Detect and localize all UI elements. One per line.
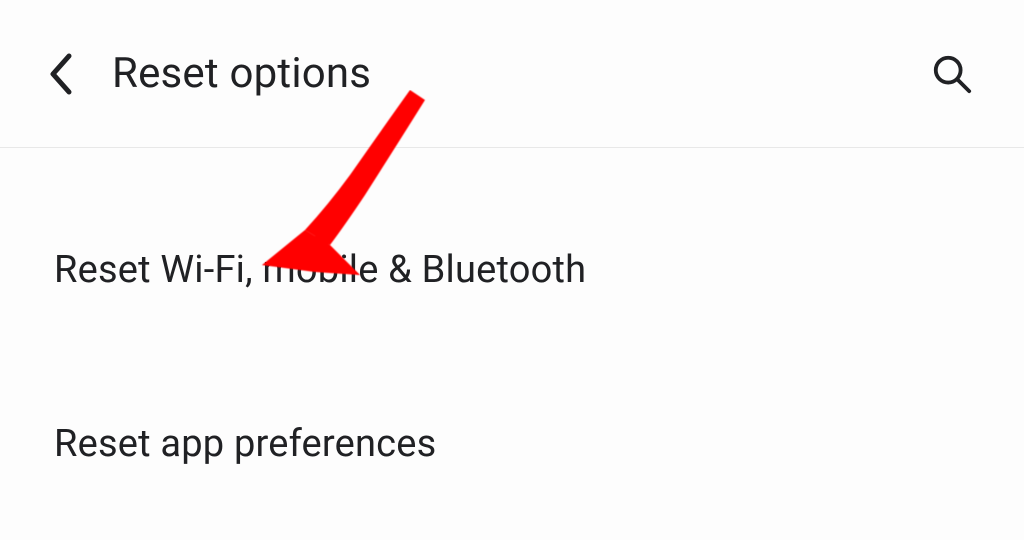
back-button[interactable] xyxy=(28,42,92,106)
list-item-label: Reset app preferences xyxy=(54,422,436,466)
page-title: Reset options xyxy=(112,49,920,98)
chevron-left-icon xyxy=(47,52,73,96)
reset-wifi-mobile-bluetooth-item[interactable]: Reset Wi-Fi, mobile & Bluetooth xyxy=(0,218,1024,322)
reset-app-preferences-item[interactable]: Reset app preferences xyxy=(0,392,1024,496)
header: Reset options xyxy=(0,0,1024,148)
list-item-label: Reset Wi-Fi, mobile & Bluetooth xyxy=(54,248,586,292)
search-button[interactable] xyxy=(920,42,984,106)
search-icon xyxy=(931,53,973,95)
options-list: Reset Wi-Fi, mobile & Bluetooth Reset ap… xyxy=(0,148,1024,496)
